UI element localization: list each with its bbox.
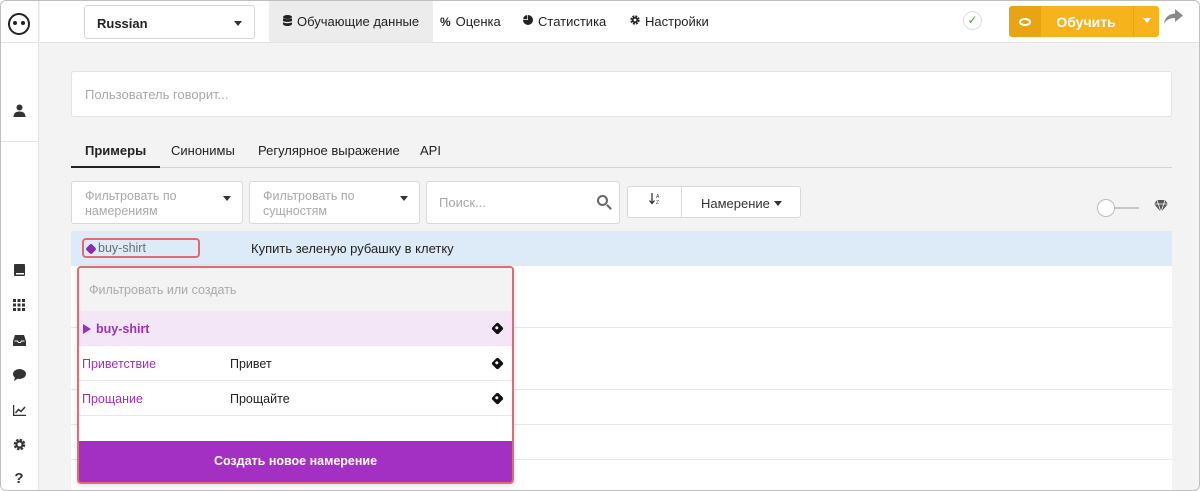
language-select[interactable]: Russian [84,5,255,39]
tab-statistics[interactable]: Статистика [509,1,620,42]
tab-api[interactable]: API [406,137,455,168]
language-value: Russian [97,16,148,31]
inbox-icon[interactable] [10,331,28,349]
dropdown-item[interactable]: Приветствие Привет [79,346,512,381]
line-chart-icon[interactable] [10,401,28,419]
tag-icon [85,243,97,255]
subtabs-bar: Примеры Синонимы Регулярное выражение AP… [71,137,1172,168]
intent-dropdown: buy-shirt Приветствие Привет Прощание Пр… [77,266,514,484]
tag-icon[interactable] [491,392,504,405]
intent-example: Привет [230,357,272,371]
intent-name: Прощание [82,392,143,406]
tag-icon[interactable] [491,357,504,370]
help-icon[interactable]: ? [10,469,28,487]
intent-chip[interactable]: buy-shirt [82,238,200,258]
train-dropdown-toggle[interactable] [1133,6,1159,37]
tab-label: Оценка [455,14,501,29]
gem-icon[interactable] [1154,199,1168,215]
chevron-down-icon [223,196,231,205]
user-says-input-box [71,71,1172,117]
current-intent-label: buy-shirt [96,322,150,336]
sort-control: AZ Намерение [627,186,801,218]
entity-filter-select[interactable]: Фильтровать по сущностям [249,181,420,224]
current-intent: buy-shirt [83,322,149,336]
tab-examples[interactable]: Примеры [71,137,161,168]
dropdown-item[interactable]: Прощание Прощайте [79,381,512,416]
toggle-knob[interactable] [1097,199,1115,217]
grid-icon[interactable] [10,296,28,314]
intent-filter-input[interactable] [79,268,512,311]
gear-icon [630,15,640,28]
eye-icon [1009,6,1041,37]
tab-label: Статистика [538,14,607,29]
caret-right-icon [83,324,91,334]
tab-regex[interactable]: Регулярное выражение [244,137,414,168]
chevron-down-icon [234,21,242,30]
svg-text:Z: Z [656,200,659,205]
user-icon[interactable] [10,101,28,119]
intent-filter-box [79,268,512,311]
train-button[interactable]: Обучить [1009,6,1159,37]
status-check-icon: ✓ [963,11,982,30]
app-window: ? Russian Обучающие данные % Оценка Стат… [0,0,1200,491]
database-icon [283,14,292,29]
chevron-down-icon [774,201,782,210]
intent-example: Прощайте [230,392,290,406]
tab-settings[interactable]: Настройки [616,1,723,42]
share-icon[interactable] [1164,9,1184,30]
pie-chart-icon [523,15,533,28]
intent-name: Приветствие [82,357,157,371]
user-says-input[interactable] [72,72,1171,116]
list-item[interactable]: buy-shirt Купить зеленую рубашку в клетк… [71,231,1172,266]
tab-synonyms[interactable]: Синонимы [157,137,249,168]
search-box [426,181,620,224]
example-text[interactable]: Купить зеленую рубашку в клетку [251,241,454,256]
sort-field-value[interactable]: Намерение [701,196,770,211]
tab-label: Настройки [645,14,709,29]
train-label: Обучить [1056,14,1116,30]
app-logo-icon[interactable] [8,13,30,35]
chevron-down-icon [400,196,408,205]
intent-label: buy-shirt [98,241,146,255]
tab-evaluation[interactable]: % Оценка [426,1,515,42]
dropdown-item-current[interactable]: buy-shirt [79,311,512,346]
tab-label: Обучающие данные [297,14,420,29]
rail-divider [1,141,39,142]
percent-icon: % [440,14,451,29]
intent-filter-select[interactable]: Фильтровать по намерениям [71,181,243,224]
tag-icon[interactable] [491,322,504,335]
tab-training-data[interactable]: Обучающие данные [269,1,434,42]
entity-filter-placeholder: Фильтровать по сущностям [263,189,355,218]
left-rail: ? [1,1,39,490]
intent-filter-placeholder: Фильтровать по намерениям [85,189,177,218]
book-icon[interactable] [10,261,28,279]
create-intent-button[interactable]: Создать новое намерение [79,441,512,482]
settings-icon[interactable] [10,435,28,453]
sort-direction-icon[interactable]: AZ [628,187,682,217]
chat-icon[interactable] [10,366,28,384]
mode-toggle[interactable] [1097,199,1139,217]
search-icon[interactable] [597,195,608,206]
search-input[interactable] [427,182,577,223]
rail-divider [1,42,39,43]
top-bar: Russian Обучающие данные % Оценка Статис… [40,1,1199,43]
